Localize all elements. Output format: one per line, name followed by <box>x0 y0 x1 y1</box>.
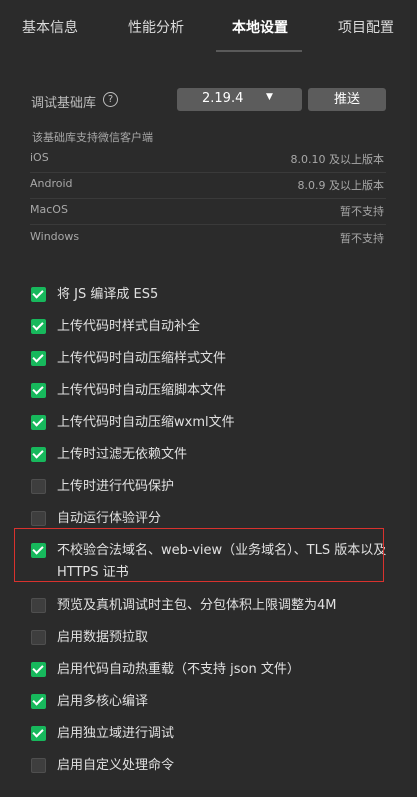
option-label: 上传代码时自动压缩样式文件 <box>57 351 227 366</box>
checkbox-checked[interactable] <box>31 662 46 677</box>
tab-performance[interactable]: 性能分析 <box>128 17 184 37</box>
client-name: MacOS <box>30 203 68 216</box>
client-version: 8.0.9 及以上版本 <box>297 179 385 192</box>
checkbox-unchecked[interactable] <box>31 479 46 494</box>
option-label: 上传代码时自动压缩脚本文件 <box>57 383 227 398</box>
option-label: 将 JS 编译成 ES5 <box>57 287 159 302</box>
option-label: 启用代码自动热重载（不支持 json 文件） <box>57 662 300 677</box>
tab-local-settings[interactable]: 本地设置 <box>232 17 288 37</box>
option-label: 自动运行体验评分 <box>57 511 162 526</box>
tab-project-config[interactable]: 项目配置 <box>338 17 394 37</box>
highlight-box <box>14 528 384 582</box>
client-row: Windows 暂不支持 <box>30 225 386 251</box>
checkbox-unchecked[interactable] <box>31 758 46 773</box>
option-label: 启用自定义处理命令 <box>57 758 175 773</box>
client-name: Android <box>30 177 73 190</box>
option-label: 上传时进行代码保护 <box>57 479 175 494</box>
option-label: 上传代码时样式自动补全 <box>57 319 201 334</box>
support-note: 该基础库支持微信客户端 <box>32 131 153 144</box>
option-label: 预览及真机调试时主包、分包体积上限调整为4M <box>57 598 337 613</box>
client-row: iOS 8.0.10 及以上版本 <box>30 146 386 173</box>
checkbox-checked[interactable] <box>31 319 46 334</box>
checkbox-checked[interactable] <box>31 287 46 302</box>
checkbox-checked[interactable] <box>31 694 46 709</box>
checkbox-checked[interactable] <box>31 415 46 430</box>
client-version: 8.0.10 及以上版本 <box>290 153 384 166</box>
tab-bar: 基本信息 性能分析 本地设置 项目配置 <box>0 0 417 52</box>
active-tab-indicator <box>216 50 302 52</box>
client-row: MacOS 暂不支持 <box>30 198 386 225</box>
debug-lib-version-select[interactable]: 2.19.4 ▼ <box>177 88 302 111</box>
tab-basic-info[interactable]: 基本信息 <box>22 17 78 37</box>
chevron-down-icon: ▼ <box>266 92 273 102</box>
checkbox-checked[interactable] <box>31 351 46 366</box>
checkbox-unchecked[interactable] <box>31 511 46 526</box>
option-label: 启用多核心编译 <box>57 694 149 709</box>
debug-lib-version-value: 2.19.4 <box>202 91 244 106</box>
option-label: 上传时过滤无依赖文件 <box>57 447 188 462</box>
debug-lib-label: 调试基础库 <box>31 96 97 111</box>
checkbox-unchecked[interactable] <box>31 598 46 613</box>
client-name: iOS <box>30 151 49 164</box>
help-icon[interactable]: ? <box>103 92 118 107</box>
checkbox-checked[interactable] <box>31 447 46 462</box>
client-version: 暂不支持 <box>340 205 384 218</box>
checkbox-checked[interactable] <box>31 726 46 741</box>
option-label: 启用数据预拉取 <box>57 630 149 645</box>
client-row: Android 8.0.9 及以上版本 <box>30 172 386 199</box>
option-label: 上传代码时自动压缩wxml文件 <box>57 415 235 430</box>
client-name: Windows <box>30 230 80 243</box>
checkbox-checked[interactable] <box>31 383 46 398</box>
option-label: 启用独立域进行调试 <box>57 726 175 741</box>
push-button[interactable]: 推送 <box>308 88 386 111</box>
checkbox-unchecked[interactable] <box>31 630 46 645</box>
client-version: 暂不支持 <box>340 232 384 245</box>
